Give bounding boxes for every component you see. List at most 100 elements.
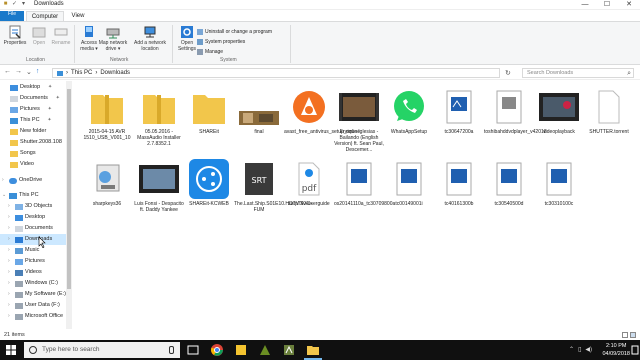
sticky-notes-icon[interactable] [234,343,248,357]
chevron-right-icon[interactable]: › [8,212,13,223]
add-network-location-button[interactable]: Add a network location [132,25,168,52]
file-item[interactable]: Enrique Iglesias - Bailando (English Ver… [334,87,384,153]
nav-item-desktop[interactable]: Desktop ✦ [10,82,52,93]
nav-item-microsoft-office[interactable]: › Microsoft Office [8,311,63,322]
windows-start-icon[interactable] [6,345,16,355]
close-button[interactable]: ✕ [618,0,640,10]
nav-item-pictures[interactable]: Pictures ✦ [10,104,52,115]
map-network-drive-button[interactable]: Map network drive ▾ [98,25,128,52]
nav-item-user-data-f[interactable]: › User Data (F:) [8,300,60,311]
nav-item-new-folder[interactable]: New folder [10,126,46,137]
nav-item-this-pc[interactable]: ⌄ This PC [2,190,39,201]
network-icon[interactable]: ▯ [578,346,581,353]
maximize-button[interactable]: ☐ [596,0,618,10]
nav-pane-scrollbar[interactable] [66,81,72,329]
file-item[interactable]: tc30647200a [434,87,484,135]
nav-item-my-software-e[interactable]: › My Software (E:) [8,289,66,300]
file-item[interactable]: videoplayback [534,87,584,135]
nav-item-this-pc-quick[interactable]: This PC ✦ [10,115,52,126]
taskbar-search-input[interactable]: Type here to search [24,342,180,358]
back-arrow-icon[interactable]: ← [4,68,11,76]
chevron-down-icon[interactable]: ▾ [20,1,27,8]
file-item[interactable]: tc40161300b [434,159,484,207]
clock[interactable]: 2:10 PM 04/09/2018 [602,342,630,358]
file-item[interactable]: final [234,87,284,135]
notifications-icon[interactable] [631,345,639,355]
minimize-button[interactable]: — [574,0,596,10]
task-view-icon[interactable] [186,343,200,357]
nav-item-3d-objects[interactable]: › 3D Objects [8,201,52,212]
nav-item-onedrive[interactable]: › OneDrive [2,175,42,186]
breadcrumb-downloads[interactable]: Downloads [100,69,130,77]
chevron-right-icon[interactable]: › [8,234,13,245]
file-item[interactable]: pdf satp750-userguide [284,159,334,207]
chevron-right-icon[interactable]: › [8,245,13,256]
app-icon[interactable] [282,343,296,357]
file-item[interactable]: tc00149001i [384,159,434,207]
up-arrow-icon[interactable]: ↑ [36,68,40,76]
nav-item-pc-pictures[interactable]: › Pictures [8,256,45,267]
uninstall-program-button[interactable]: Uninstall or change a program [197,27,272,37]
chevron-right-icon[interactable]: › [8,311,13,322]
file-item[interactable]: SHAREit [184,87,234,135]
file-item[interactable]: os20141110a_tc30709800a [334,159,395,207]
chrome-icon[interactable] [210,343,224,357]
chevron-right-icon[interactable]: › [8,289,13,300]
scrollbar-thumb[interactable] [67,89,71,289]
chevron-up-icon[interactable]: ⌃ [569,346,574,353]
chevron-down-icon[interactable]: ⌄ [2,190,7,201]
tab-view[interactable]: View [66,11,90,21]
chevron-right-icon[interactable]: › [8,278,13,289]
search-input[interactable]: Search Downloads ⌕ [522,68,634,78]
refresh-icon[interactable]: ↻ [505,69,511,77]
chevron-right-icon[interactable]: › [2,175,7,186]
details-view-icon[interactable] [622,332,628,338]
rename-button[interactable]: Rename [48,25,74,46]
volume-icon[interactable]: ◀) [585,346,592,353]
tab-computer[interactable]: Computer [26,11,64,21]
nav-item-videos[interactable]: › Videos [8,267,42,278]
file-item[interactable]: toshibahddvdplayer_v42016 [484,87,547,135]
properties-quick-icon[interactable]: ✓ [11,1,18,8]
settings-gear-icon [181,26,193,38]
recent-locations-chevron-icon[interactable]: ⌄ [26,68,32,76]
whatsapp-icon [394,91,424,121]
nav-item-documents[interactable]: Documents ✦ [10,93,60,104]
nav-item-pc-documents[interactable]: › Documents [8,223,53,234]
nav-item-windows-c[interactable]: › Windows (C:) [8,278,58,289]
system-properties-button[interactable]: System properties [197,37,272,47]
file-item[interactable]: tc30310100c [534,159,584,207]
file-item[interactable]: tc30540500d [484,159,534,207]
tab-file[interactable]: File [0,11,24,21]
nav-item-songs[interactable]: Songs [10,148,36,159]
chevron-right-icon[interactable]: › [8,300,13,311]
app-icon[interactable] [258,343,272,357]
chevron-right-icon[interactable]: › [8,267,13,278]
microphone-icon[interactable] [169,346,174,354]
file-item[interactable]: avast_free_antivirus_setup_online [284,87,360,135]
nav-item-pc-desktop[interactable]: › Desktop [8,212,45,223]
nav-item-video[interactable]: Video [10,159,34,170]
large-icons-view-icon[interactable] [630,332,636,338]
chevron-right-icon[interactable]: › [8,256,13,267]
nav-item-shutter[interactable]: Shutter.2008.108 [10,137,62,148]
file-item[interactable]: WhatsAppSetup [384,87,434,135]
nav-item-downloads[interactable]: › Downloads [0,234,66,245]
file-item[interactable]: Luis Fonsi - Despacito ft. Daddy Yankee [134,159,184,213]
file-item[interactable]: 2015-04-15 AVR 1510_USB_V001_10 [82,87,132,141]
file-item[interactable]: SRT The.Last.Ship.S01E10.HDTV.XviD-FUM [234,159,312,213]
file-item[interactable]: sharpkeys36 [82,159,132,207]
address-bar[interactable]: › This PC › Downloads [52,68,500,78]
properties-button[interactable]: Properties [2,25,28,46]
chevron-right-icon[interactable]: › [8,201,13,212]
file-item[interactable]: SHAREit-KCWEB [184,159,234,207]
file-item[interactable]: SHUTTER.torrent [584,87,634,135]
breadcrumb-this-pc[interactable]: This PC [71,69,92,77]
file-explorer-icon[interactable] [306,343,320,357]
manage-button[interactable]: Manage [197,47,272,57]
rename-icon [54,28,68,36]
forward-arrow-icon[interactable]: → [15,68,22,76]
file-item[interactable]: 05.05.2016 - MassAudio Installer 2.7.835… [134,87,184,147]
nav-item-music[interactable]: › Music [8,245,39,256]
chevron-right-icon[interactable]: › [8,223,13,234]
